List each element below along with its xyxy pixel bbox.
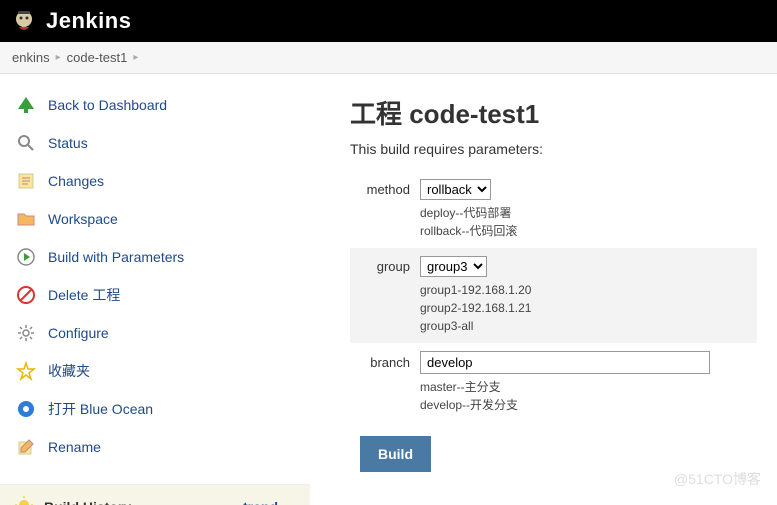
build-history-header: Build History trend (0, 484, 310, 505)
jenkins-logo[interactable]: Jenkins (10, 7, 131, 35)
gear-icon (14, 321, 38, 345)
sidebar-item-label: Changes (48, 173, 104, 189)
collapse-icon (282, 502, 296, 505)
sidebar-item-blue-ocean[interactable]: 打开 Blue Ocean (0, 390, 310, 428)
method-select[interactable]: rollback (420, 179, 491, 200)
group-select[interactable]: group3 (420, 256, 487, 277)
sidebar-item-label: Rename (48, 439, 101, 455)
param-desc: deploy--代码部署 rollback--代码回滚 (420, 204, 747, 240)
page-subtitle: This build requires parameters: (350, 141, 757, 157)
rename-icon (14, 435, 38, 459)
sidebar-item-label: Configure (48, 325, 109, 341)
sidebar-item-label: Workspace (48, 211, 118, 227)
build-history-title: Build History (44, 499, 131, 505)
sidebar-item-rename[interactable]: Rename (0, 428, 310, 466)
main-panel: 工程 code-test1 This build requires parame… (310, 74, 777, 505)
param-label: group (360, 259, 410, 274)
clock-play-icon (14, 245, 38, 269)
delete-icon (14, 283, 38, 307)
param-desc: master--主分支 develop--开发分支 (420, 378, 747, 414)
param-row-branch: branch master--主分支 develop--开发分支 (350, 343, 757, 422)
sidebar-item-workspace[interactable]: Workspace (0, 200, 310, 238)
watermark: @51CTO博客 (674, 469, 761, 489)
page-title: 工程 code-test1 (350, 94, 757, 131)
changes-icon (14, 169, 38, 193)
sidebar-item-label: Delete 工程 (48, 285, 120, 305)
sidebar-item-label: 收藏夹 (48, 361, 90, 381)
param-label: branch (360, 355, 410, 370)
header: Jenkins (0, 0, 777, 42)
sidebar-item-status[interactable]: Status (0, 124, 310, 162)
breadcrumb-root[interactable]: enkins (12, 50, 50, 65)
sidebar-item-changes[interactable]: Changes (0, 162, 310, 200)
breadcrumb-project[interactable]: code-test1 (67, 50, 128, 65)
jenkins-title: Jenkins (46, 8, 131, 34)
trend-link[interactable]: trend (243, 499, 296, 505)
up-arrow-icon (14, 93, 38, 117)
star-icon (14, 359, 38, 383)
param-desc: group1-192.168.1.20 group2-192.168.1.21 … (420, 281, 747, 335)
jenkins-icon (10, 7, 38, 35)
sidebar-item-label: Back to Dashboard (48, 97, 167, 113)
sidebar-item-build-with-parameters[interactable]: Build with Parameters (0, 238, 310, 276)
param-label: method (360, 182, 410, 197)
sidebar-item-label: Build with Parameters (48, 249, 184, 265)
folder-icon (14, 207, 38, 231)
sidebar-item-label: Status (48, 135, 88, 151)
blue-ocean-icon (14, 397, 38, 421)
sidebar-item-delete-project[interactable]: Delete 工程 (0, 276, 310, 314)
magnifier-icon (14, 131, 38, 155)
breadcrumb: enkins ▸ code-test1 ▸ (0, 42, 777, 74)
breadcrumb-separator-icon: ▸ (133, 52, 138, 63)
param-row-method: method rollback deploy--代码部署 rollback--代… (350, 171, 757, 248)
build-button[interactable]: Build (360, 436, 431, 472)
breadcrumb-separator-icon: ▸ (56, 52, 61, 63)
sidebar: Back to Dashboard Status Changes Workspa… (0, 74, 310, 505)
sidebar-item-back-to-dashboard[interactable]: Back to Dashboard (0, 86, 310, 124)
sun-icon (14, 495, 34, 505)
sidebar-item-favorites[interactable]: 收藏夹 (0, 352, 310, 390)
trend-label: trend (243, 499, 278, 505)
branch-input[interactable] (420, 351, 710, 374)
sidebar-item-label: 打开 Blue Ocean (48, 399, 153, 419)
param-row-group: group group3 group1-192.168.1.20 group2-… (350, 248, 757, 343)
sidebar-item-configure[interactable]: Configure (0, 314, 310, 352)
